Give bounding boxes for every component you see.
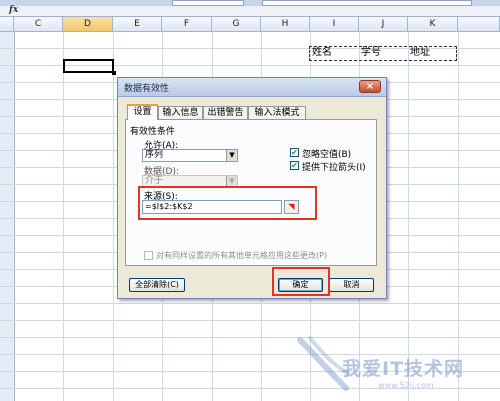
tab-ime-mode[interactable]: 输入法模式 [248,106,306,119]
column-header-l[interactable] [458,17,500,32]
ok-highlight-box [272,267,330,296]
data-select-value: 介于 [145,176,164,186]
data-validation-dialog: 数据有效性 × 设置 输入信息 出错警告 输入法模式 有效性条件 允许(A): … [117,77,387,299]
cell-name-header[interactable]: 姓名 [312,45,332,61]
allow-select-value: 序列 [145,150,164,160]
ignore-blank-checkbox[interactable]: ✔ [290,148,299,157]
column-header-e[interactable]: E [113,17,162,32]
dropdown-arrow-checkbox[interactable]: ✔ [290,161,299,170]
source-highlight-box [138,186,317,220]
cancel-button[interactable]: 取消 [329,278,374,292]
apply-all-label: 对有同样设置的所有其他单元格应用这些更改(P) [156,251,328,260]
column-header-j[interactable]: J [359,17,408,32]
fx-icon[interactable]: fx [9,5,18,15]
dialog-title-bar[interactable]: 数据有效性 × [118,78,386,97]
tab-input-message[interactable]: 输入信息 [158,106,203,119]
watermark-text: 我爱IT技术网 [342,358,465,380]
column-header-c[interactable]: C [14,17,63,32]
active-cell[interactable] [63,59,116,75]
column-header-h[interactable]: H [261,17,310,32]
column-header-i[interactable]: I [310,17,359,32]
tab-error-alert[interactable]: 出错警告 [203,106,248,119]
dropdown-arrow-label: 提供下拉箭头(I) [302,163,366,173]
tab-settings[interactable]: 设置 [127,104,158,120]
dialog-title: 数据有效性 [124,84,170,94]
select-all-corner[interactable] [0,17,14,32]
close-icon[interactable]: × [359,80,381,93]
watermark: 我爱IT技术网 www.52ij.com [290,330,500,401]
apply-all-checkbox [144,251,153,260]
cell-address-header[interactable]: 地址 [410,45,430,61]
allow-select[interactable]: 序列 ▼ [142,149,238,162]
formula-bar[interactable]: fx [0,5,500,17]
column-header-k[interactable]: K [408,17,458,32]
cell-id-header[interactable]: 学号 [361,45,381,61]
clear-all-button[interactable]: 全部清除(C) [129,278,185,292]
column-header-d[interactable]: D [63,17,113,32]
watermark-url: www.52ij.com [378,381,434,390]
column-header-g[interactable]: G [212,17,261,32]
validation-criteria-title: 有效性条件 [130,127,176,137]
column-header-f[interactable]: F [162,17,212,32]
chevron-down-icon[interactable]: ▼ [226,150,237,161]
ignore-blank-label: 忽略空值(B) [302,150,352,160]
